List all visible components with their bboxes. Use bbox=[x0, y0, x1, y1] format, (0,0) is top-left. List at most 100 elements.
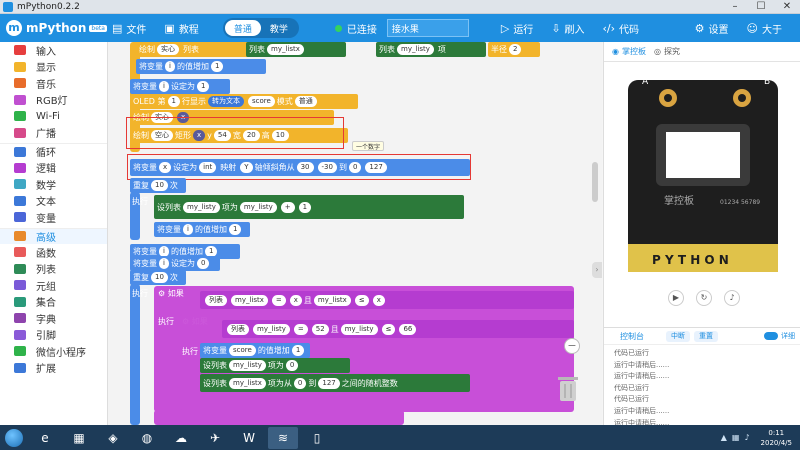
play-icon[interactable]: ▶ bbox=[668, 290, 684, 306]
sidebar-item-14[interactable]: 元组 bbox=[0, 277, 107, 294]
volume-icon[interactable]: ♪ bbox=[724, 290, 740, 306]
block-field[interactable]: 普通 bbox=[294, 96, 317, 107]
scroll-thumb[interactable] bbox=[592, 162, 598, 202]
mode-teach-button[interactable]: 教学 bbox=[261, 20, 297, 36]
block-field[interactable]: x bbox=[372, 294, 385, 306]
block-field[interactable]: ≤ bbox=[354, 294, 369, 306]
block-field[interactable]: 1 bbox=[167, 96, 180, 107]
block-field[interactable]: 66 bbox=[399, 323, 417, 335]
sidebar-item-8[interactable]: 数学 bbox=[0, 176, 107, 193]
taskbar-word-icon[interactable]: W bbox=[234, 427, 264, 449]
block-field[interactable]: 1 bbox=[228, 224, 242, 235]
code-button[interactable]: ‹/› 代码 bbox=[603, 21, 640, 36]
block-field[interactable]: 10 bbox=[151, 180, 168, 191]
block-field[interactable]: my_listx bbox=[267, 44, 304, 55]
list-get-block-y[interactable]: 列表 my_listy 项 bbox=[376, 42, 486, 57]
sidebar-item-10[interactable]: 变量 bbox=[0, 209, 107, 226]
taskbar-chrome-icon[interactable]: ◍ bbox=[132, 427, 162, 449]
block-workspace[interactable]: 绘制 实心 列表 列表 my_listx 列表 my_listy 项 半径 2 … bbox=[108, 42, 602, 425]
block-field[interactable]: my_listy bbox=[239, 201, 277, 213]
block-field[interactable]: 10 bbox=[151, 272, 168, 283]
sidebar-item-12[interactable]: 函数 bbox=[0, 244, 107, 261]
block-field[interactable]: my_listy bbox=[183, 201, 220, 213]
connection-status[interactable]: 已连接 bbox=[334, 21, 377, 36]
taskbar-explorer-icon[interactable]: ▦ bbox=[64, 427, 94, 449]
set-var-block[interactable]: 将变量 i 设定为 1 bbox=[130, 79, 230, 94]
tab-explore[interactable]: ◎ 探究 bbox=[654, 46, 680, 57]
block-field[interactable]: 1 bbox=[298, 201, 312, 213]
block-field[interactable]: 127 bbox=[318, 377, 340, 389]
block-field[interactable]: 52 bbox=[311, 323, 329, 335]
sidebar-item-15[interactable]: 集合 bbox=[0, 294, 107, 311]
sidebar-item-11[interactable]: 高级 bbox=[0, 227, 107, 244]
oled-display-block[interactable]: OLED 第 1 行显示 转为文本 score 模式 普通 bbox=[130, 94, 358, 109]
board-simulator[interactable]: A B 掌控板 01234 56789 P Y T H O N bbox=[624, 76, 782, 276]
tray-volume-icon[interactable]: ♪ bbox=[744, 433, 749, 442]
increase-i-block[interactable]: 将变量 i 的值增加 1 bbox=[154, 222, 250, 237]
tray-arrow-icon[interactable]: ▲ bbox=[721, 433, 727, 442]
sidebar-item-19[interactable]: 扩展 bbox=[0, 360, 107, 377]
block-field[interactable]: my_listy bbox=[253, 323, 290, 335]
sidebar-item-18[interactable]: 微信小程序 bbox=[0, 343, 107, 360]
block-field[interactable]: 0 bbox=[196, 258, 210, 269]
tutorial-menu[interactable]: ▣ 教程 bbox=[164, 21, 198, 36]
list-get-block[interactable]: 列表 my_listx bbox=[246, 42, 346, 57]
sidebar-item-13[interactable]: 列表 bbox=[0, 261, 107, 278]
block-field[interactable]: i bbox=[165, 61, 175, 72]
block-field[interactable]: + bbox=[280, 201, 295, 213]
repeat-block-2[interactable]: 重复 10 次 bbox=[130, 270, 186, 285]
settings-button[interactable]: ⚙ 设置 bbox=[695, 21, 729, 36]
taskbar-cloud-icon[interactable]: ☁ bbox=[166, 427, 196, 449]
repeat-block[interactable]: 重复 10 次 bbox=[130, 178, 186, 193]
flash-button[interactable]: ⇩ 刷入 bbox=[551, 21, 584, 36]
sidebar-item-7[interactable]: 逻辑 bbox=[0, 160, 107, 177]
score-increase-block[interactable]: 将变量 score 的值增加 1 bbox=[200, 343, 310, 358]
block-field[interactable]: score bbox=[247, 96, 275, 107]
maximize-button[interactable]: ☐ bbox=[748, 0, 774, 14]
block-field[interactable]: 1 bbox=[210, 61, 224, 72]
reset-button[interactable]: 重置 bbox=[694, 330, 718, 342]
radius-block[interactable]: 半径 2 bbox=[488, 42, 540, 57]
inner-condition-block[interactable]: 列表 my_listy = 52 且 my_listy ≤ 66 bbox=[222, 320, 574, 338]
block-field[interactable]: 实心 bbox=[157, 44, 179, 55]
toggle-switch[interactable] bbox=[764, 332, 778, 340]
block-field[interactable]: my_listy bbox=[340, 323, 378, 335]
block-field[interactable]: score bbox=[229, 345, 256, 356]
block-field[interactable]: 列表 bbox=[227, 323, 249, 335]
taskbar-feather-icon[interactable]: ✈ bbox=[200, 427, 230, 449]
taskbar-app-icon[interactable]: ◈ bbox=[98, 427, 128, 449]
block-field[interactable]: i bbox=[159, 81, 169, 92]
sidebar-item-5[interactable]: 广播 bbox=[0, 125, 107, 142]
sidebar-item-16[interactable]: 字典 bbox=[0, 310, 107, 327]
interrupt-button[interactable]: 中断 bbox=[666, 330, 690, 342]
mode-normal-button[interactable]: 普通 bbox=[224, 20, 261, 36]
block-field[interactable]: 0 bbox=[285, 360, 299, 371]
block-field[interactable]: 1 bbox=[291, 345, 305, 356]
zoom-reset-icon[interactable]: − bbox=[564, 338, 580, 354]
set-list-x-random-block[interactable]: 设列表 my_listx 项为 从 0 到 127 之间的随机整数 bbox=[200, 374, 470, 392]
sidebar-item-3[interactable]: RGB灯 bbox=[0, 92, 107, 109]
block-field[interactable]: 转为文本 bbox=[207, 96, 244, 107]
set-list-item-block[interactable]: 设列表 my_listy 项为 my_listy + 1 bbox=[154, 195, 464, 219]
block-field[interactable]: x bbox=[289, 294, 302, 306]
block-field[interactable]: 列表 bbox=[205, 294, 227, 306]
detail-toggle[interactable]: 详细 bbox=[764, 331, 795, 341]
sidebar-item-2[interactable]: 音乐 bbox=[0, 75, 107, 92]
taskbar-mpython-icon[interactable]: ≋ bbox=[268, 426, 298, 449]
tab-board[interactable]: ◉ 掌控板 bbox=[612, 46, 646, 57]
start-button[interactable] bbox=[0, 425, 28, 450]
increase-var-block[interactable]: 将变量 i 的值增加 1 bbox=[136, 59, 266, 74]
block-field[interactable]: my_listx bbox=[229, 377, 266, 389]
block-field[interactable]: 0 bbox=[293, 377, 307, 389]
if-block-2[interactable] bbox=[154, 410, 404, 425]
block-field[interactable]: 1 bbox=[196, 81, 210, 92]
block-field[interactable]: = bbox=[271, 294, 286, 306]
collapse-panel-button[interactable]: › bbox=[592, 262, 602, 278]
taskbar-phone-icon[interactable]: ▯ bbox=[302, 427, 332, 449]
sidebar-item-17[interactable]: 引脚 bbox=[0, 327, 107, 344]
block-field[interactable]: = bbox=[293, 323, 308, 335]
block-field[interactable]: my_listx bbox=[231, 294, 268, 306]
user-menu[interactable]: ☺ 大于 bbox=[747, 21, 782, 36]
block-field[interactable]: i bbox=[183, 224, 193, 235]
set-var-block-2[interactable]: 将变量 i 设定为 0 bbox=[130, 256, 220, 271]
